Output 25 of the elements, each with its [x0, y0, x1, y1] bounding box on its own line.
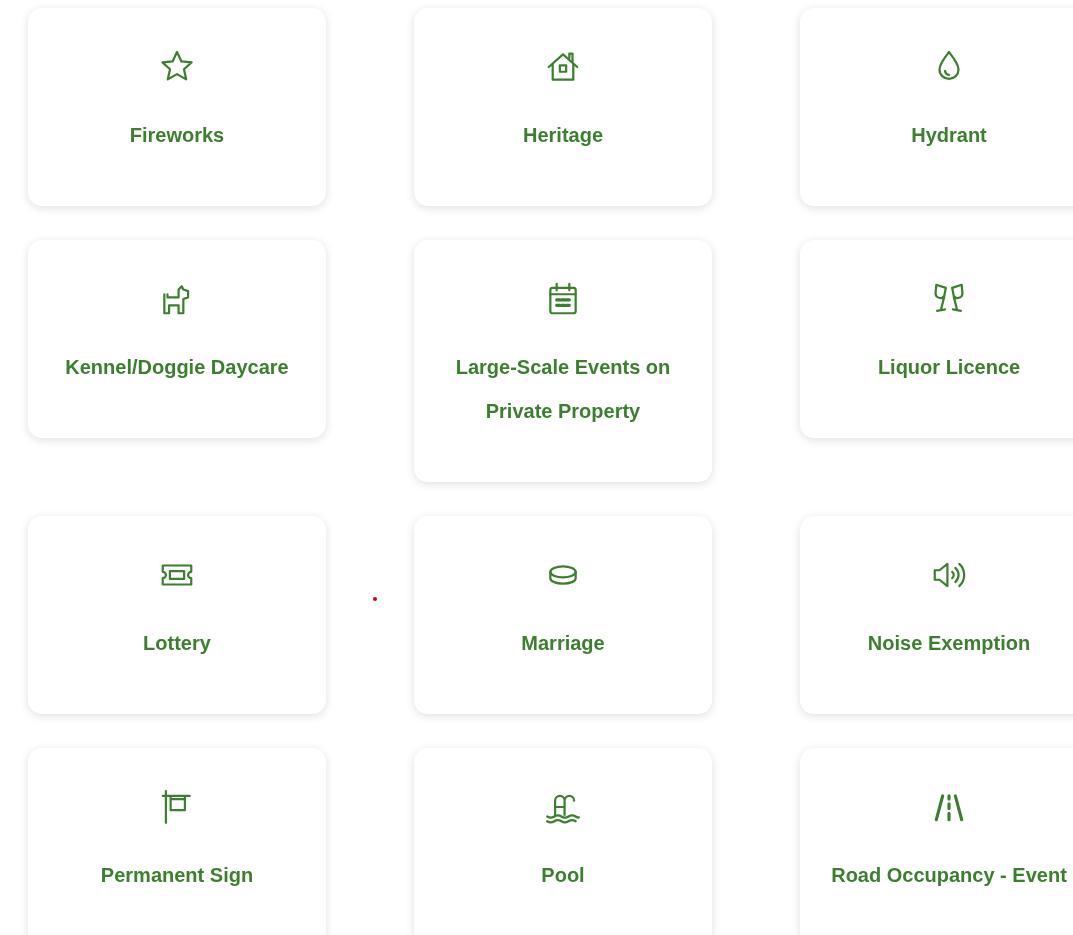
card-label: Lottery	[143, 631, 211, 656]
service-card[interactable]: Hydrant	[800, 8, 1073, 206]
card-label: Kennel/Doggie Daycare	[65, 355, 289, 380]
card-label: Liquor Licence	[877, 355, 1021, 380]
service-card[interactable]: Noise Exemption	[800, 516, 1073, 714]
service-card[interactable]: Heritage	[414, 8, 712, 206]
card-label: Heritage	[523, 123, 603, 148]
service-card[interactable]: Kennel/Doggie Daycare	[28, 240, 326, 438]
card-label: Road Occupancy - Event	[831, 863, 1067, 888]
service-card[interactable]: Marriage	[414, 516, 712, 714]
service-card[interactable]: Large-Scale Events on Private Property	[414, 240, 712, 482]
card-label: Marriage	[521, 631, 605, 656]
card-label: Noise Exemption	[867, 631, 1031, 656]
service-card[interactable]: Road Occupancy - Event	[800, 748, 1073, 935]
service-card[interactable]: Fireworks	[28, 8, 326, 206]
card-label: Hydrant	[911, 123, 987, 148]
card-label: Large-Scale Events on Private Property	[454, 355, 672, 424]
card-label: Pool	[541, 863, 585, 888]
card-label: Permanent Sign	[100, 863, 254, 888]
service-card[interactable]: Permanent Sign	[28, 748, 326, 935]
service-card[interactable]: Liquor Licence	[800, 240, 1073, 438]
service-card[interactable]: Lottery	[28, 516, 326, 714]
dot-mark	[373, 597, 377, 601]
card-label: Fireworks	[129, 123, 225, 148]
service-card[interactable]: Pool	[414, 748, 712, 935]
